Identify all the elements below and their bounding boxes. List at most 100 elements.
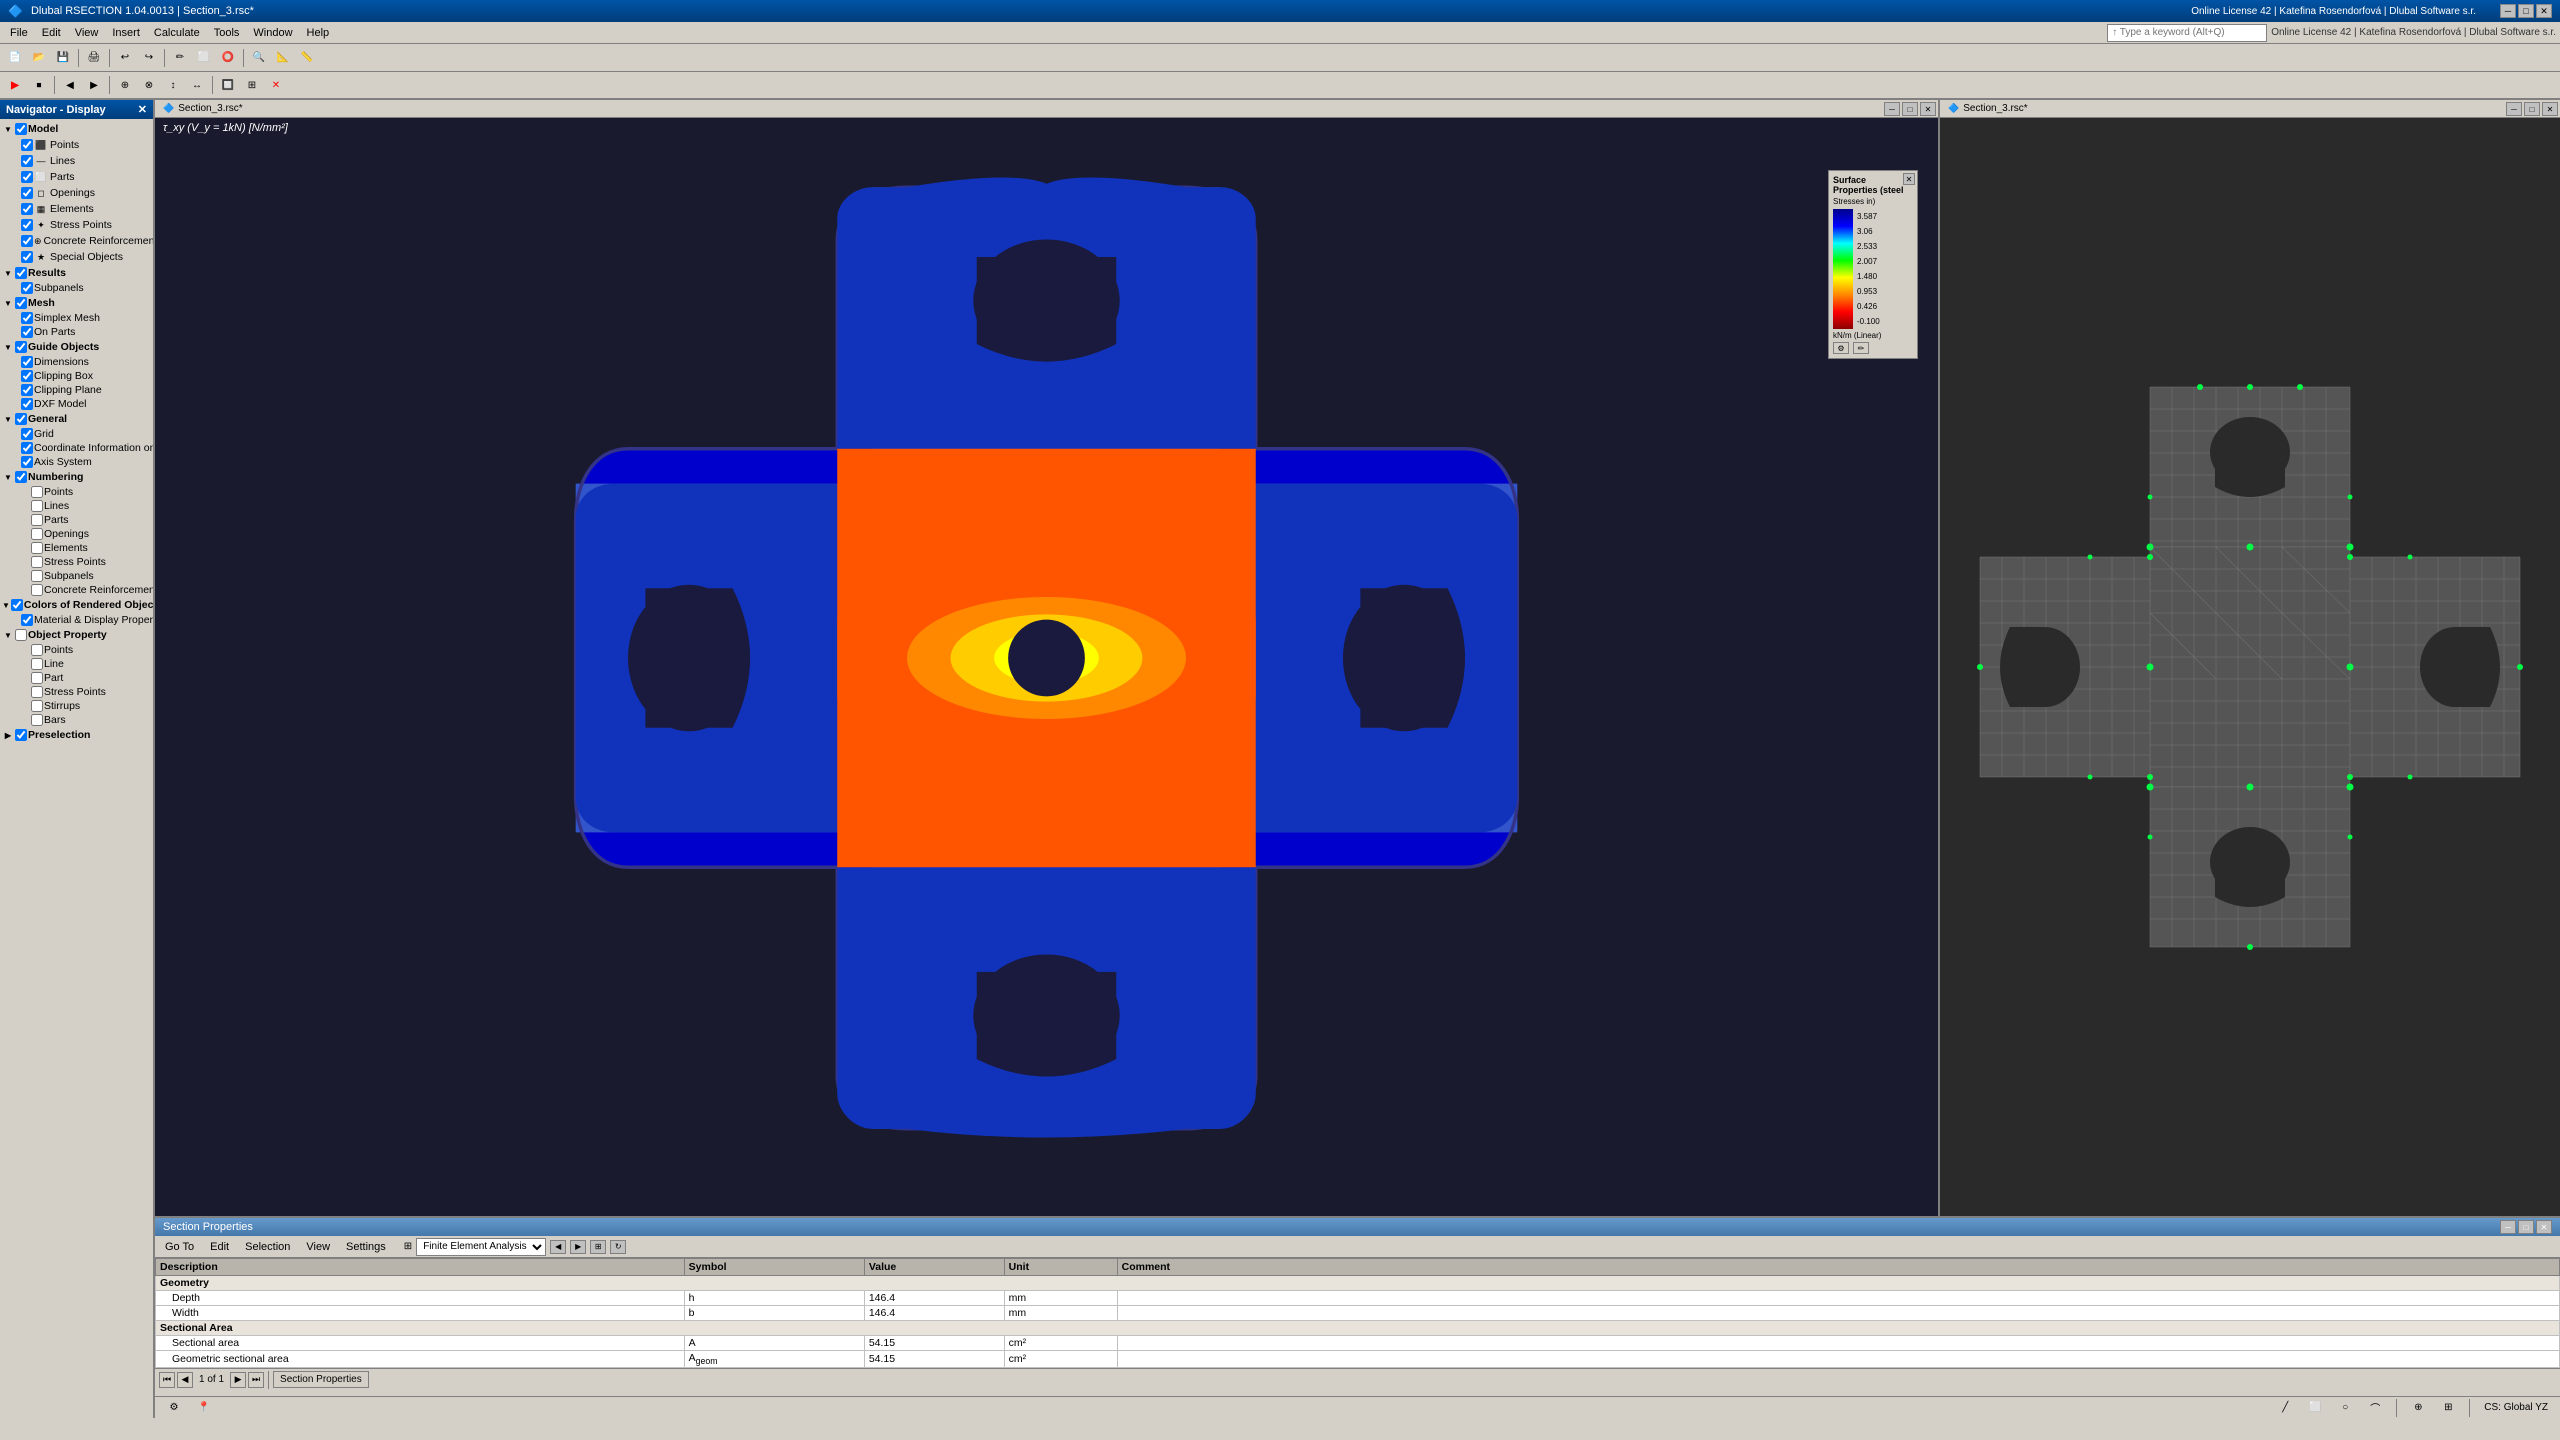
nav-check-num-points[interactable] [31, 486, 43, 498]
nav-item-grid[interactable]: Grid [0, 427, 153, 441]
save-button[interactable]: 💾 [52, 47, 74, 69]
nav-num-subpanels[interactable]: Subpanels [0, 569, 153, 583]
tb2-btn-4[interactable]: ⊗ [138, 74, 160, 96]
nav-check-points[interactable] [21, 139, 33, 151]
nav-item-subpanels[interactable]: Subpanels [0, 281, 153, 295]
menu-file[interactable]: File [4, 25, 34, 41]
nav-item-openings[interactable]: ◻ Openings [0, 185, 153, 201]
nav-item-axis[interactable]: Axis System [0, 455, 153, 469]
tb2-btn-9[interactable]: ✕ [265, 74, 287, 96]
nav-check-dxf[interactable] [21, 398, 33, 410]
nav-item-simplex-mesh[interactable]: Simplex Mesh [0, 311, 153, 325]
nav-num-lines[interactable]: Lines [0, 499, 153, 513]
nav-section-guide[interactable]: ▼ Guide Objects [0, 339, 153, 355]
page-next[interactable]: ▶ [230, 1372, 246, 1388]
nav-check-numbering[interactable] [15, 471, 27, 483]
nav-check-num-concrete[interactable] [31, 584, 43, 596]
open-button[interactable]: 📂 [28, 47, 50, 69]
nav-toggle-preselection[interactable]: ▶ [2, 729, 14, 741]
nav-check-openings[interactable] [21, 187, 33, 199]
tb2-btn-1[interactable]: ◀ [59, 74, 81, 96]
draw-circle[interactable]: ○ [2334, 1397, 2356, 1419]
tb2-btn-7[interactable]: 🔲 [217, 74, 239, 96]
draw-rect[interactable]: ⬜ [2304, 1397, 2326, 1419]
nav-check-num-openings[interactable] [31, 528, 43, 540]
sp-analysis-dropdown[interactable]: Finite Element Analysis [416, 1238, 546, 1256]
undo-button[interactable]: ↩ [114, 47, 136, 69]
nav-check-subpanels[interactable] [21, 282, 33, 294]
close-button[interactable]: ✕ [2536, 4, 2552, 18]
nav-check-clip-box[interactable] [21, 370, 33, 382]
nav-check-num-parts[interactable] [31, 514, 43, 526]
nav-item-points[interactable]: ⬛ Points [0, 137, 153, 153]
menu-insert[interactable]: Insert [106, 25, 146, 41]
tb2-btn-8[interactable]: ⊞ [241, 74, 263, 96]
tb2-btn-3[interactable]: ⊕ [114, 74, 136, 96]
viewport-left[interactable]: 🔷 Section_3.rsc* ─ □ ✕ τ_xy (V_y = 1kN) … [155, 100, 1940, 1216]
nav-check-guide[interactable] [15, 341, 27, 353]
nav-material-display[interactable]: Material & Display Properties [0, 613, 153, 627]
viewport-right[interactable]: 🔷 Section_3.rsc* ─ □ ✕ [1940, 100, 2560, 1216]
stop-button[interactable]: ⏹ [28, 74, 50, 96]
menu-calculate[interactable]: Calculate [148, 25, 206, 41]
menu-edit[interactable]: Edit [36, 25, 67, 41]
section-panel-min[interactable]: ─ [2500, 1220, 2516, 1234]
viewport-right-tab[interactable]: 🔷 Section_3.rsc* ─ □ ✕ [1940, 100, 2560, 118]
toolbar-btn-5[interactable]: ⬜ [193, 47, 215, 69]
nav-obj-stirrups[interactable]: Stirrups [0, 699, 153, 713]
nav-check-parts[interactable] [21, 171, 33, 183]
nav-obj-stress[interactable]: Stress Points [0, 685, 153, 699]
nav-obj-part[interactable]: Part [0, 671, 153, 685]
nav-check-obj-part[interactable] [31, 672, 43, 684]
nav-item-clipping-plane[interactable]: Clipping Plane [0, 383, 153, 397]
tb2-btn-2[interactable]: ▶ [83, 74, 105, 96]
nav-toggle-guide[interactable]: ▼ [2, 341, 14, 353]
nav-toggle-results[interactable]: ▼ [2, 267, 14, 279]
nav-check-coord[interactable] [21, 442, 33, 454]
nav-check-num-lines[interactable] [31, 500, 43, 512]
toolbar-btn-6[interactable]: ⭕ [217, 47, 239, 69]
nav-check-on-parts[interactable] [21, 326, 33, 338]
status-coord-btn[interactable]: 📍 [193, 1397, 215, 1419]
nav-check-obj-bars[interactable] [31, 714, 43, 726]
nav-item-stress-points[interactable]: ✦ Stress Points [0, 217, 153, 233]
section-properties-tab-btn[interactable]: Section Properties [273, 1371, 369, 1388]
nav-check-material[interactable] [21, 614, 33, 626]
nav-check-results[interactable] [15, 267, 27, 279]
nav-check-dimensions[interactable] [21, 356, 33, 368]
nav-check-obj-points[interactable] [31, 644, 43, 656]
sp-table-btn[interactable]: ⊞ [590, 1240, 606, 1254]
nav-item-on-parts[interactable]: On Parts [0, 325, 153, 339]
run-button[interactable]: ▶ [4, 74, 26, 96]
menu-view[interactable]: View [69, 25, 105, 41]
nav-num-parts[interactable]: Parts [0, 513, 153, 527]
menu-help[interactable]: Help [301, 25, 336, 41]
nav-check-num-stress[interactable] [31, 556, 43, 568]
toolbar-btn-4[interactable]: ✏ [169, 47, 191, 69]
minimize-button[interactable]: ─ [2500, 4, 2516, 18]
section-panel-max[interactable]: □ [2518, 1220, 2534, 1234]
nav-toggle-model[interactable]: ▼ [2, 123, 14, 135]
redo-button[interactable]: ↪ [138, 47, 160, 69]
vp-right-close[interactable]: ✕ [2542, 102, 2558, 116]
nav-check-colors[interactable] [11, 599, 23, 611]
nav-item-coord-info[interactable]: Coordinate Information on Cursor [0, 441, 153, 455]
nav-check-obj-line[interactable] [31, 658, 43, 670]
nav-toggle-object-prop[interactable]: ▼ [2, 629, 14, 641]
nav-check-preselection[interactable] [15, 729, 27, 741]
nav-check-grid[interactable] [21, 428, 33, 440]
page-prev[interactable]: ◀ [177, 1372, 193, 1388]
sp-edit[interactable]: Edit [204, 1239, 235, 1255]
nav-item-dxf[interactable]: DXF Model [0, 397, 153, 411]
nav-item-clipping-box[interactable]: Clipping Box [0, 369, 153, 383]
nav-check-obj-stirrups[interactable] [31, 700, 43, 712]
sp-settings[interactable]: Settings [340, 1239, 392, 1255]
nav-num-stress[interactable]: Stress Points [0, 555, 153, 569]
grid-toggle[interactable]: ⊞ [2437, 1397, 2459, 1419]
toolbar-btn-9[interactable]: 📏 [296, 47, 318, 69]
draw-arc[interactable]: ⌒ [2364, 1397, 2386, 1419]
nav-check-special[interactable] [21, 251, 33, 263]
sp-prev-btn[interactable]: ◀ [550, 1240, 566, 1254]
legend-settings-btn[interactable]: ⚙ [1833, 342, 1849, 354]
nav-obj-points[interactable]: Points [0, 643, 153, 657]
